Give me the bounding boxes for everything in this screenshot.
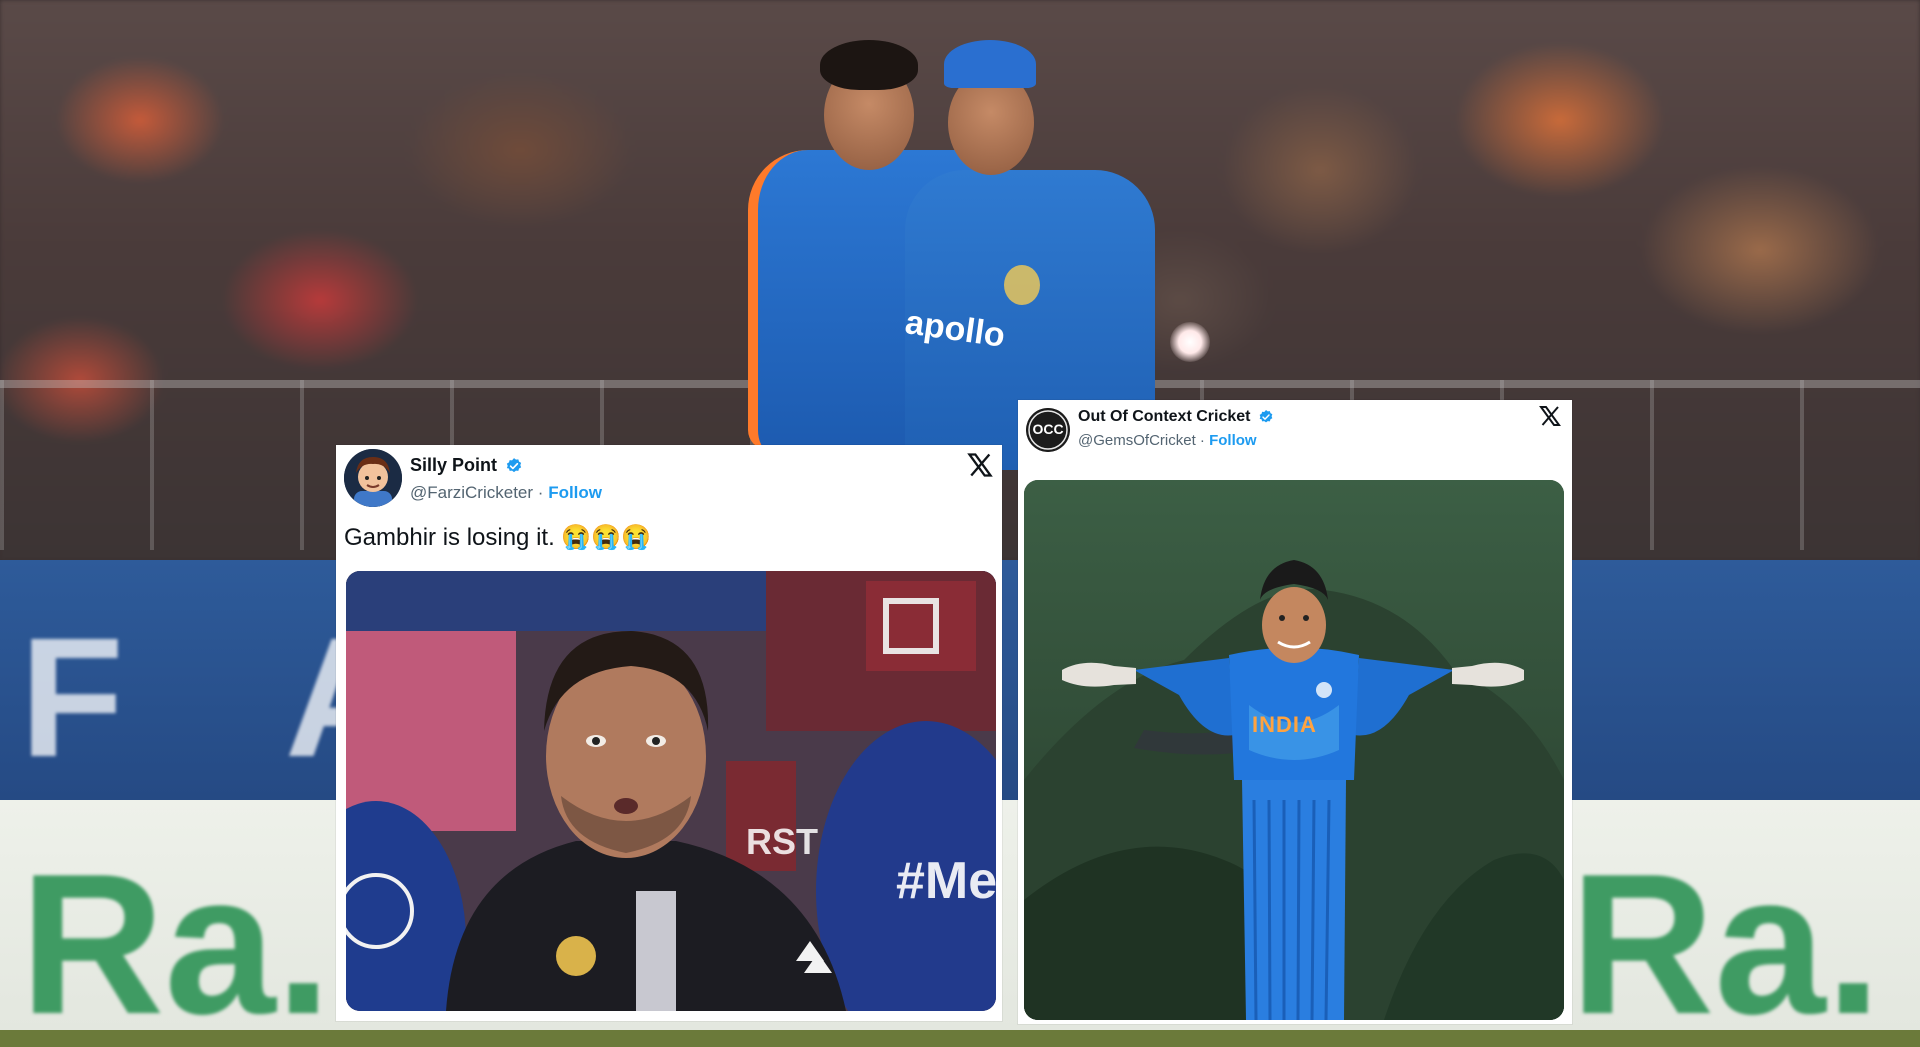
avatar[interactable] (344, 449, 402, 507)
avatar[interactable]: OCC (1026, 408, 1070, 452)
author-handle[interactable]: @FarziCricketer (410, 483, 533, 502)
x-logo-icon[interactable] (966, 451, 994, 479)
tweet-image-gambhir[interactable]: #Men RST (346, 571, 996, 1011)
tweet-author-name[interactable]: Silly Point (410, 455, 523, 476)
avatar-text: OCC (1032, 421, 1064, 437)
statue-scene (1024, 480, 1564, 1020)
player-left-hair (820, 40, 918, 90)
board-letters: RST (746, 821, 818, 862)
ground-strip (0, 1030, 1920, 1047)
banner-text-left: Ra. (20, 833, 332, 1047)
tweet-handle-row: @GemsOfCricket · Follow (1078, 432, 1257, 449)
tweet-image-statue[interactable]: INDIA (1024, 480, 1564, 1020)
follow-button[interactable]: Follow (548, 483, 602, 502)
tweet-card-out-of-context-cricket[interactable]: OCC Out Of Context Cricket @GemsOfCricke… (1018, 400, 1572, 1024)
author-name-text: Silly Point (410, 455, 498, 475)
stadium-light (1170, 322, 1210, 362)
verified-badge-icon (506, 458, 522, 473)
author-handle[interactable]: @GemsOfCricket (1078, 432, 1196, 449)
x-logo-icon[interactable] (1538, 404, 1562, 428)
tweet-card-silly-point[interactable]: Silly Point @FarziCricketer · Follow Gam… (336, 445, 1002, 1021)
tweet-handle-row: @FarziCricketer · Follow (410, 483, 602, 503)
jersey-hashtag: #Men (896, 852, 996, 910)
photo-scene (346, 571, 996, 1011)
meme-collage: F A Ra. Ra. apollo Silly Point @FarziCri… (0, 0, 1920, 1047)
cartoon-avatar-icon (344, 449, 402, 507)
tweet-author-name[interactable]: Out Of Context Cricket (1078, 408, 1274, 426)
banner-text-right: Ra. (1570, 833, 1882, 1047)
separator-dot: · (1199, 432, 1205, 449)
separator-dot: · (537, 483, 544, 502)
bcci-crest-icon (1004, 265, 1040, 305)
author-name-text: Out Of Context Cricket (1078, 408, 1251, 425)
follow-button[interactable]: Follow (1209, 432, 1257, 449)
statue-jersey-text: INDIA (1252, 712, 1317, 737)
verified-badge-icon (1259, 409, 1273, 423)
player-right-cap (944, 40, 1036, 88)
tweet-text: Gambhir is losing it. 😭😭😭 (344, 524, 652, 551)
